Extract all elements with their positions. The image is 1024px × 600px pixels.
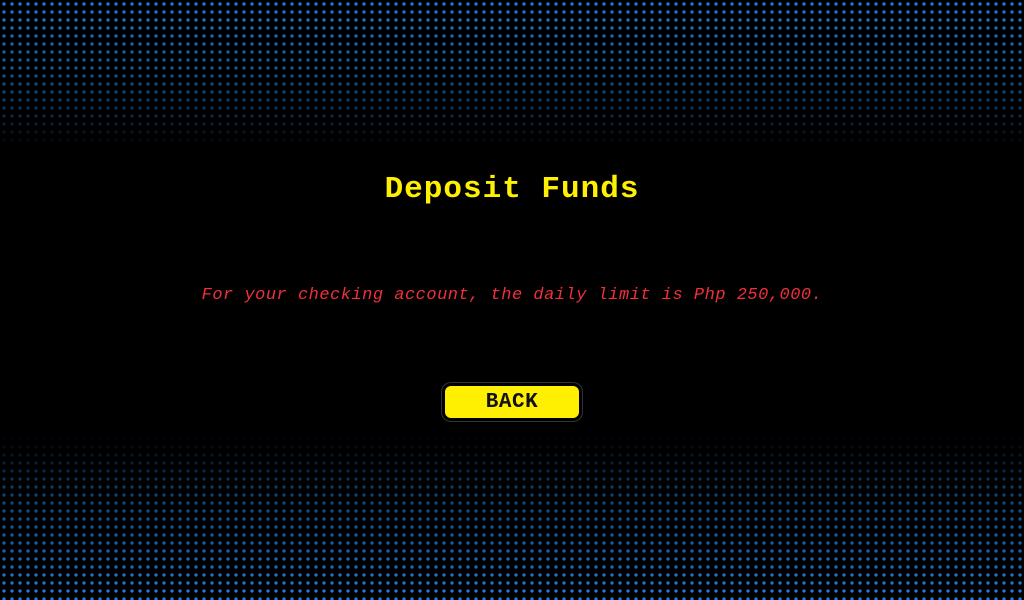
deposit-funds-screen: Deposit Funds For your checking account,… xyxy=(0,0,1024,600)
dot-pattern-top xyxy=(0,0,1024,150)
dot-pattern-bottom xyxy=(0,435,1024,600)
back-button-label: BACK xyxy=(485,390,539,414)
back-button[interactable]: BACK xyxy=(442,383,582,421)
page-title: Deposit Funds xyxy=(384,172,640,207)
daily-limit-message: For your checking account, the daily lim… xyxy=(201,286,823,305)
